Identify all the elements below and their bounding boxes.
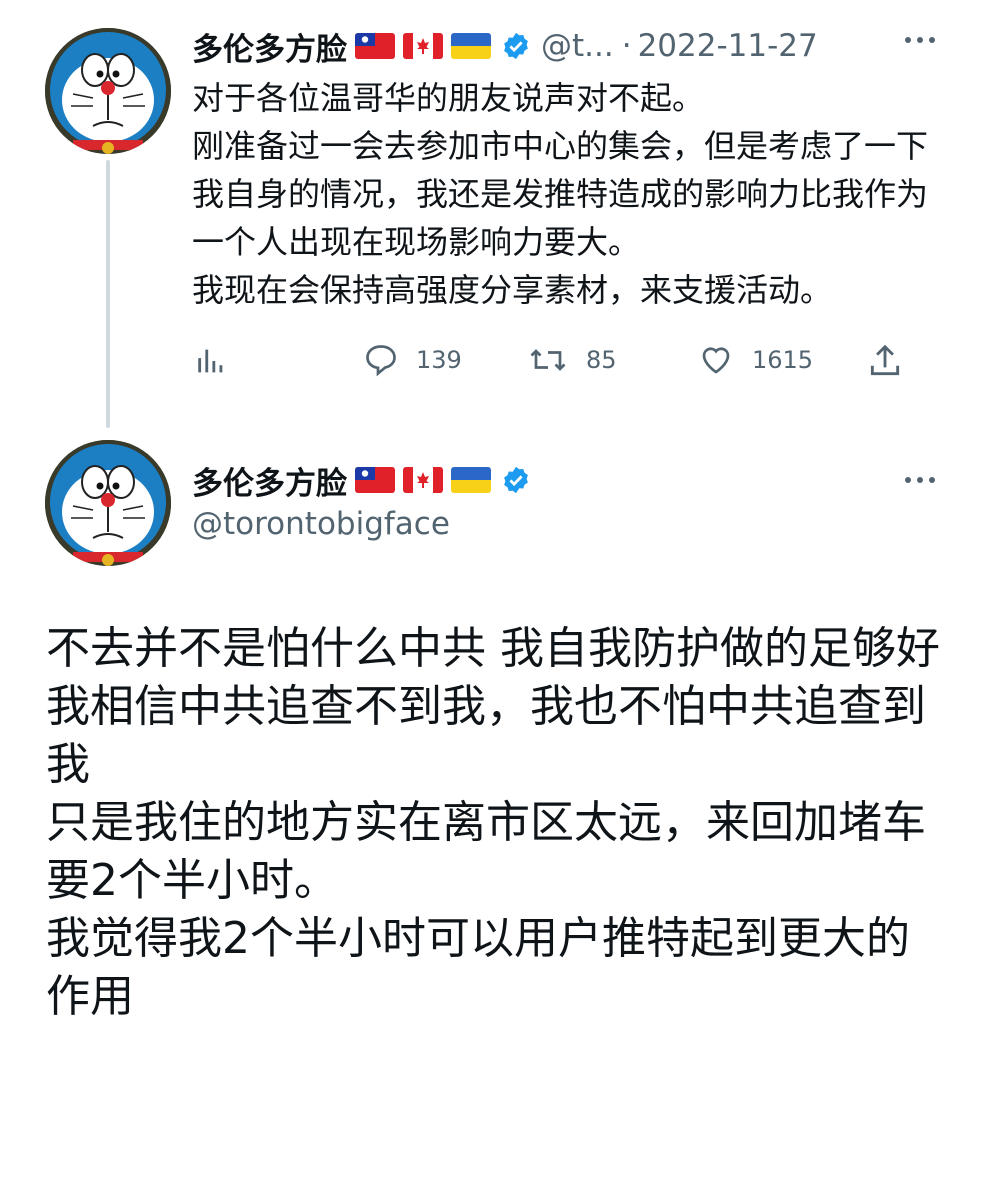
doraemon-avatar-image [45, 28, 171, 154]
retweet-icon [530, 349, 566, 371]
main-tweet-text: 不去并不是怕什么中共 我自我防护做的足够好 我相信中共追查不到我，我也不怕中共追… [46, 623, 940, 1022]
reply-count: 139 [416, 346, 462, 374]
canada-flag-icon [403, 467, 443, 493]
ukraine-flag-icon [451, 467, 491, 493]
separator-dot: · [621, 28, 632, 64]
handle[interactable]: @t... [541, 28, 614, 64]
display-name[interactable]: 多伦多方脸 [192, 24, 347, 69]
more-options-icon[interactable] [902, 470, 938, 494]
more-options-icon[interactable] [902, 30, 938, 54]
like-count: 1615 [752, 346, 814, 374]
avatar[interactable] [45, 440, 171, 566]
retweet-count: 85 [586, 346, 617, 374]
like-button[interactable]: 1615 [696, 342, 813, 378]
share-button[interactable] [866, 342, 920, 380]
verified-badge-icon [501, 31, 531, 61]
verified-badge-icon [501, 465, 531, 495]
analytics-button[interactable] [194, 344, 244, 378]
tweet-date[interactable]: 2022-11-27 [638, 28, 818, 64]
retweet-button[interactable]: 85 [526, 342, 617, 378]
display-name[interactable]: 多伦多方脸 [192, 458, 347, 503]
taiwan-flag-icon [355, 467, 395, 493]
reply-tweet-text: 对于各位温哥华的朋友说声对不起。 刚准备过一会去参加市中心的集会，但是考虑了一下… [192, 79, 929, 309]
analytics-icon [198, 349, 223, 373]
thread-connector-line [106, 160, 110, 428]
reply-button[interactable]: 139 [362, 342, 462, 378]
doraemon-avatar-image [45, 440, 171, 566]
ukraine-flag-icon [451, 33, 491, 59]
avatar[interactable] [45, 28, 171, 154]
heart-icon [702, 347, 730, 374]
share-icon [870, 344, 900, 376]
taiwan-flag-icon [355, 33, 395, 59]
reply-icon [366, 345, 396, 377]
main-tweet-header: 多伦多方脸 [192, 458, 531, 502]
handle[interactable]: @torontobigface [192, 506, 450, 542]
reply-tweet-header: 多伦多方脸 @t... · 2022-11-27 [192, 24, 818, 68]
canada-flag-icon [403, 33, 443, 59]
